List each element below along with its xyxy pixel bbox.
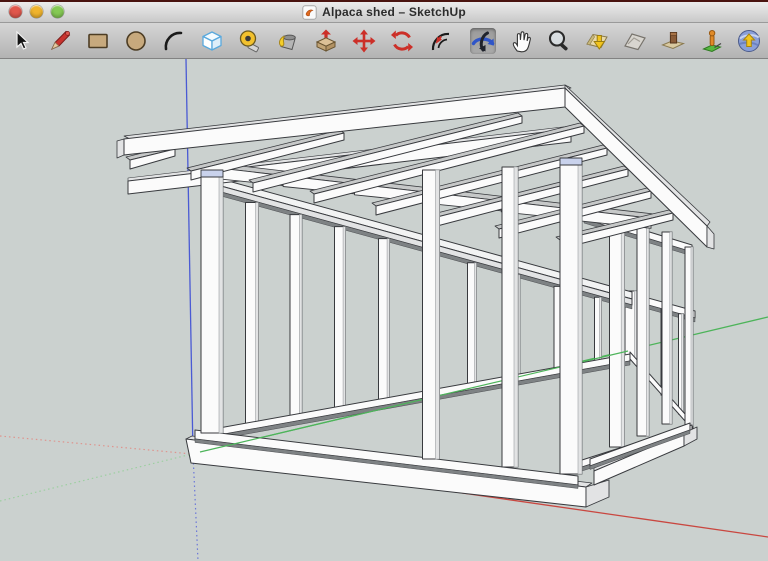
tool-zoom-icon[interactable] bbox=[546, 28, 572, 54]
window-title: Alpaca shed – SketchUp bbox=[322, 5, 466, 19]
tool-photo-textures-icon[interactable] bbox=[660, 28, 686, 54]
tool-preview-google-earth-icon[interactable] bbox=[736, 28, 762, 54]
tool-make-component-icon[interactable] bbox=[199, 28, 225, 54]
tool-toggle-terrain-icon[interactable] bbox=[622, 28, 648, 54]
title-area: Alpaca shed – SketchUp bbox=[302, 4, 466, 20]
tool-line-icon[interactable] bbox=[47, 28, 73, 54]
minimize-button[interactable] bbox=[30, 5, 43, 18]
tool-arc-icon[interactable] bbox=[161, 28, 187, 54]
tool-rotate-icon[interactable] bbox=[389, 28, 415, 54]
tool-tape-measure-icon[interactable] bbox=[237, 28, 263, 54]
traffic-lights bbox=[9, 5, 64, 18]
titlebar[interactable]: Alpaca shed – SketchUp bbox=[0, 2, 768, 23]
tool-position-camera-icon[interactable] bbox=[698, 28, 724, 54]
tool-pan-icon[interactable] bbox=[508, 28, 534, 54]
tool-paint-bucket-icon[interactable] bbox=[275, 28, 301, 54]
viewport[interactable] bbox=[0, 59, 768, 561]
sketchup-document-icon bbox=[302, 4, 317, 20]
tool-rectangle-icon[interactable] bbox=[85, 28, 111, 54]
tool-offset-icon[interactable] bbox=[427, 28, 453, 54]
tool-add-location-icon[interactable] bbox=[584, 28, 610, 54]
toolbar bbox=[0, 23, 768, 59]
tool-orbit-icon[interactable] bbox=[470, 27, 496, 54]
sketchup-window: Alpaca shed – SketchUp bbox=[0, 0, 768, 561]
tool-circle-icon[interactable] bbox=[123, 28, 149, 54]
viewport-canvas[interactable] bbox=[0, 59, 768, 561]
close-button[interactable] bbox=[9, 5, 22, 18]
tool-push-pull-icon[interactable] bbox=[313, 28, 339, 54]
tool-move-icon[interactable] bbox=[351, 28, 377, 54]
tool-select-icon[interactable] bbox=[9, 28, 35, 54]
zoom-button[interactable] bbox=[51, 5, 64, 18]
